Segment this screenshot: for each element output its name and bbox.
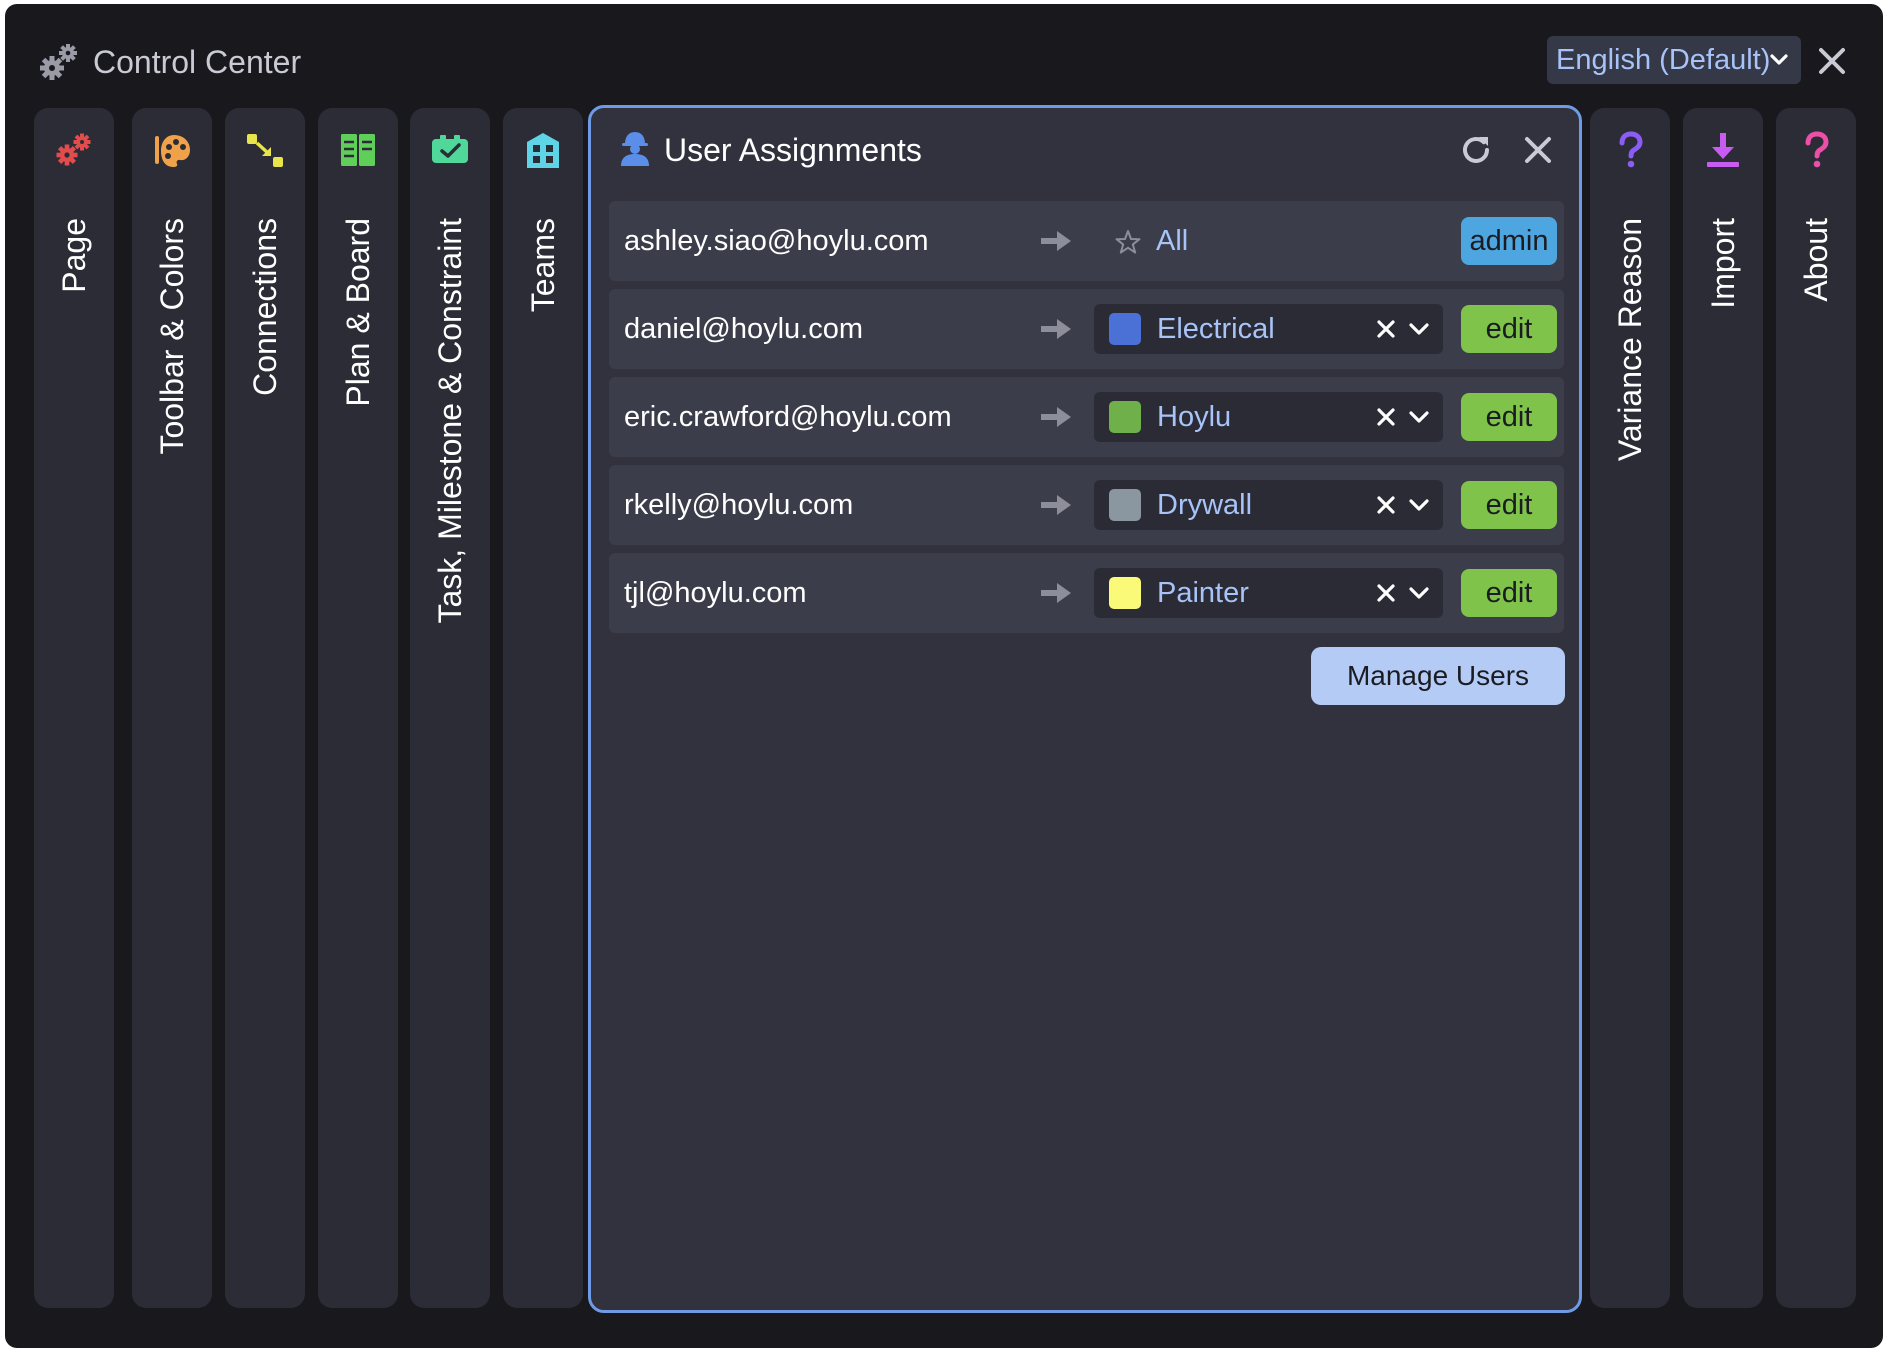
tab-label: About bbox=[1798, 218, 1834, 302]
tab-label: Teams bbox=[525, 218, 561, 313]
arrow-right-icon bbox=[1041, 407, 1071, 427]
tab-import[interactable]: Import bbox=[1683, 108, 1763, 1308]
clear-icon[interactable] bbox=[1376, 583, 1396, 603]
team-select[interactable]: Electrical bbox=[1094, 304, 1443, 354]
team-select[interactable]: Drywall bbox=[1094, 480, 1443, 530]
chevron-down-icon[interactable] bbox=[1408, 319, 1430, 339]
chevron-down-icon[interactable] bbox=[1408, 495, 1430, 515]
refresh-icon[interactable] bbox=[1459, 133, 1493, 167]
clear-icon[interactable] bbox=[1376, 319, 1396, 339]
team-select[interactable]: Painter bbox=[1094, 568, 1443, 618]
tab-toolbar-colors[interactable]: Toolbar & Colors bbox=[132, 108, 212, 1308]
panel-title: User Assignments bbox=[664, 132, 922, 168]
close-icon[interactable] bbox=[1523, 135, 1553, 165]
list-item: rkelly@hoylu.com Drywall edit bbox=[609, 465, 1564, 545]
user-email: tjl@hoylu.com bbox=[624, 577, 807, 609]
chevron-down-icon[interactable] bbox=[1408, 407, 1430, 427]
team-name: Electrical bbox=[1157, 313, 1275, 345]
clear-icon[interactable] bbox=[1376, 495, 1396, 515]
arrow-right-icon bbox=[1041, 231, 1071, 251]
team-name: Painter bbox=[1157, 577, 1249, 609]
tab-label: Connections bbox=[247, 218, 283, 396]
user-email: eric.crawford@hoylu.com bbox=[624, 401, 952, 433]
tab-variance-reason[interactable]: Variance Reason bbox=[1590, 108, 1670, 1308]
language-select[interactable]: English (Default) bbox=[1547, 36, 1801, 84]
tab-about[interactable]: About bbox=[1776, 108, 1856, 1308]
tab-teams[interactable]: Teams bbox=[503, 108, 583, 1308]
user-assignment-list: ashley.siao@hoylu.com All admin daniel@h… bbox=[609, 201, 1564, 641]
user-assignments-panel: User Assignments ashley.siao@hoylu.com A… bbox=[588, 105, 1582, 1313]
arrow-right-icon bbox=[1041, 583, 1071, 603]
team-select[interactable]: Hoylu bbox=[1094, 392, 1443, 442]
tab-connections[interactable]: Connections bbox=[225, 108, 305, 1308]
team-color-swatch bbox=[1109, 401, 1141, 433]
user-email: daniel@hoylu.com bbox=[624, 313, 864, 345]
tab-label: Task, Milestone & Constraint bbox=[432, 218, 468, 624]
team-color-swatch bbox=[1109, 489, 1141, 521]
download-icon bbox=[1707, 133, 1739, 167]
gears-icon bbox=[40, 44, 77, 80]
edit-button[interactable]: edit bbox=[1461, 393, 1557, 441]
team-color-swatch bbox=[1109, 313, 1141, 345]
connection-icon bbox=[247, 134, 283, 167]
team-name: Drywall bbox=[1157, 489, 1253, 521]
list-item: eric.crawford@hoylu.com Hoylu edit bbox=[609, 377, 1564, 457]
control-center-window: Control Center English (Default) Page To… bbox=[5, 4, 1883, 1348]
question-icon bbox=[1619, 131, 1643, 168]
tab-label: Toolbar & Colors bbox=[154, 218, 190, 455]
role-badge-admin[interactable]: admin bbox=[1461, 217, 1557, 265]
title-bar: Control Center English (Default) bbox=[5, 4, 1883, 104]
tab-label: Plan & Board bbox=[340, 218, 376, 407]
edit-button[interactable]: edit bbox=[1461, 481, 1557, 529]
team-color-swatch bbox=[1109, 577, 1141, 609]
edit-button[interactable]: edit bbox=[1461, 569, 1557, 617]
tab-task-milestone-constraint[interactable]: Task, Milestone & Constraint bbox=[410, 108, 490, 1308]
clear-icon[interactable] bbox=[1376, 407, 1396, 427]
tab-label: Page bbox=[56, 218, 92, 293]
board-columns-icon bbox=[341, 134, 375, 166]
building-icon bbox=[527, 133, 559, 168]
chevron-down-icon bbox=[1770, 54, 1788, 65]
task-card-icon bbox=[432, 135, 468, 163]
list-item: ashley.siao@hoylu.com All admin bbox=[609, 201, 1564, 281]
user-email: rkelly@hoylu.com bbox=[624, 489, 854, 521]
window-title: Control Center bbox=[93, 44, 302, 80]
tab-label: Variance Reason bbox=[1612, 218, 1648, 462]
arrow-right-icon bbox=[1041, 319, 1071, 339]
user-email: ashley.siao@hoylu.com bbox=[624, 225, 929, 257]
team-name: All bbox=[1156, 225, 1189, 257]
arrow-right-icon bbox=[1041, 495, 1071, 515]
chevron-down-icon[interactable] bbox=[1408, 583, 1430, 603]
user-worker-icon bbox=[621, 132, 649, 166]
tab-page[interactable]: Page bbox=[34, 108, 114, 1308]
team-name: Hoylu bbox=[1157, 401, 1232, 433]
manage-users-button[interactable]: Manage Users bbox=[1311, 647, 1565, 705]
tab-label: Import bbox=[1705, 218, 1741, 309]
gears-icon bbox=[56, 133, 91, 166]
language-value: English (Default) bbox=[1556, 44, 1771, 76]
list-item: daniel@hoylu.com Electrical edit bbox=[609, 289, 1564, 369]
question-icon bbox=[1805, 131, 1829, 168]
close-icon[interactable] bbox=[1817, 46, 1847, 76]
star-icon bbox=[1115, 230, 1141, 254]
edit-button[interactable]: edit bbox=[1461, 305, 1557, 353]
list-item: tjl@hoylu.com Painter edit bbox=[609, 553, 1564, 633]
tab-plan-board[interactable]: Plan & Board bbox=[318, 108, 398, 1308]
palette-icon bbox=[155, 135, 190, 167]
